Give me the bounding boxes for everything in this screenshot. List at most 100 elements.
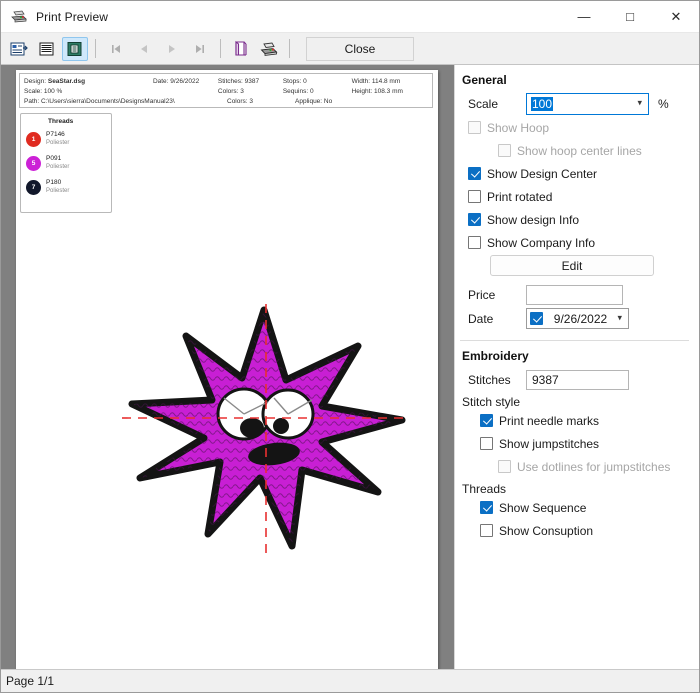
date-value: 9/26/2022 bbox=[170, 78, 200, 85]
path-label: Path: bbox=[24, 98, 40, 105]
show-consuption-checkbox[interactable] bbox=[480, 524, 493, 537]
thread-item: 7 P180 Poliester bbox=[26, 175, 106, 199]
show-design-center-label: Show Design Center bbox=[487, 166, 598, 181]
use-dotlines-checkbox[interactable] bbox=[498, 460, 511, 473]
stitches-label: Stitches: bbox=[217, 78, 243, 85]
applique-value: No bbox=[323, 98, 333, 105]
toolbar-separator-3 bbox=[289, 39, 290, 58]
stops-value: 0 bbox=[303, 78, 307, 85]
minimize-button[interactable]: — bbox=[561, 1, 607, 32]
print-needle-marks-row[interactable]: Print needle marks bbox=[480, 409, 689, 432]
chevron-down-icon[interactable]: ▾ bbox=[617, 312, 622, 323]
thread-code: P7146 bbox=[46, 131, 65, 138]
page-sheet: Design: SeaStar.dsg Date: 9/26/2022 Stit… bbox=[16, 70, 438, 669]
colors-value: 3 bbox=[240, 88, 244, 95]
show-hoop-center-lines-row[interactable]: Show hoop center lines bbox=[498, 139, 689, 162]
show-design-info-checkbox[interactable] bbox=[468, 213, 481, 226]
print-needle-marks-checkbox[interactable] bbox=[480, 414, 493, 427]
date-enabled-checkbox[interactable] bbox=[530, 312, 543, 325]
show-company-info-row[interactable]: Show Company Info bbox=[468, 231, 689, 254]
stitches-input[interactable]: 9387 bbox=[526, 369, 629, 390]
view-list-icon[interactable] bbox=[34, 37, 60, 61]
width-label: Width: bbox=[351, 78, 371, 85]
embroidery-section-title: Embroidery bbox=[462, 349, 529, 363]
stops-label: Stops: bbox=[282, 78, 302, 85]
view-page-icon[interactable] bbox=[62, 36, 88, 61]
first-page-icon[interactable] bbox=[103, 37, 129, 61]
path-value: C:\Users\sierra\Documents\DesignsManual2… bbox=[41, 98, 175, 105]
options-panel: General Scale 100 ▾ % Show Hoop Show hoo… bbox=[454, 65, 699, 669]
percent-symbol: % bbox=[658, 96, 669, 111]
thread-color-dot: 7 bbox=[26, 179, 41, 195]
window-title: Print Preview bbox=[36, 9, 108, 24]
print-rotated-label: Print rotated bbox=[487, 189, 553, 204]
maximize-button[interactable]: □ bbox=[607, 1, 653, 32]
show-hoop-row[interactable]: Show Hoop bbox=[468, 116, 689, 139]
status-bar: Page 1/1 bbox=[1, 669, 699, 692]
window-controls: — □ ✕ bbox=[561, 1, 699, 32]
thread-color-dot: 5 bbox=[26, 155, 41, 171]
print-icon[interactable] bbox=[256, 37, 282, 61]
show-hoop-center-lines-checkbox[interactable] bbox=[498, 144, 511, 157]
show-hoop-checkbox[interactable] bbox=[468, 121, 481, 134]
show-sequence-label: Show Sequence bbox=[499, 500, 587, 515]
date-value: 9/26/2022 bbox=[553, 311, 608, 326]
print-rotated-checkbox[interactable] bbox=[468, 190, 481, 203]
show-hoop-label: Show Hoop bbox=[487, 120, 550, 135]
scale-row: Scale 100 ▾ % bbox=[460, 92, 689, 115]
page-indicator: Page 1/1 bbox=[6, 674, 55, 688]
thread-type: Poliester bbox=[46, 188, 70, 194]
window-body: Design: SeaStar.dsg Date: 9/26/2022 Stit… bbox=[1, 65, 699, 669]
threads-legend: Threads 1 P7146 Poliester 5 P091 Poliest… bbox=[20, 113, 112, 213]
edit-company-info-button[interactable]: Edit bbox=[490, 255, 654, 276]
use-dotlines-row[interactable]: Use dotlines for jumpstitches bbox=[498, 455, 689, 478]
page-setup-icon[interactable] bbox=[228, 37, 254, 61]
print-preview-window: Print Preview — □ ✕ Close Design: SeaSta… bbox=[0, 0, 700, 693]
show-design-center-checkbox[interactable] bbox=[468, 167, 481, 180]
applique-label: Applique: bbox=[295, 98, 323, 105]
show-sequence-row[interactable]: Show Sequence bbox=[480, 496, 689, 519]
colors2-label: Colors: bbox=[227, 98, 248, 105]
show-company-info-checkbox[interactable] bbox=[468, 236, 481, 249]
toolbar-separator-1 bbox=[95, 39, 96, 58]
colors-label: Colors: bbox=[217, 88, 239, 95]
show-hoop-center-lines-label: Show hoop center lines bbox=[517, 143, 642, 158]
sequins-value: 0 bbox=[309, 88, 314, 95]
price-input[interactable] bbox=[526, 284, 623, 305]
previous-page-icon[interactable] bbox=[131, 37, 157, 61]
starfish-design bbox=[116, 302, 416, 562]
sequins-label: Sequins: bbox=[282, 88, 309, 95]
stitches-label: Stitches bbox=[468, 372, 511, 387]
show-design-info-label: Show design Info bbox=[487, 212, 580, 227]
colors2-value: 3 bbox=[249, 98, 254, 105]
show-sequence-checkbox[interactable] bbox=[480, 501, 493, 514]
next-page-icon[interactable] bbox=[159, 37, 185, 61]
date-picker[interactable]: 9/26/2022 ▾ bbox=[526, 308, 629, 329]
scale-combobox[interactable]: 100 ▾ bbox=[526, 92, 649, 115]
scale-value: 100 bbox=[531, 96, 554, 111]
show-company-info-label: Show Company Info bbox=[487, 235, 596, 250]
price-row: Price bbox=[460, 283, 689, 306]
thread-type: Poliester bbox=[46, 140, 70, 146]
view-design-info-icon[interactable] bbox=[6, 37, 32, 61]
stitches-value: 9387 bbox=[244, 78, 260, 85]
close-window-button[interactable]: ✕ bbox=[653, 1, 699, 32]
show-design-center-row[interactable]: Show Design Center bbox=[468, 162, 689, 185]
print-rotated-row[interactable]: Print rotated bbox=[468, 185, 689, 208]
show-design-info-row[interactable]: Show design Info bbox=[468, 208, 689, 231]
stitches-row: Stitches 9387 bbox=[460, 368, 689, 391]
scale-label: Scale: bbox=[24, 88, 43, 95]
width-value: 114.8 mm bbox=[371, 78, 401, 85]
show-jumpstitches-checkbox[interactable] bbox=[480, 437, 493, 450]
chevron-down-icon[interactable]: ▾ bbox=[637, 97, 642, 108]
last-page-icon[interactable] bbox=[187, 37, 213, 61]
show-jumpstitches-row[interactable]: Show jumpstitches bbox=[480, 432, 689, 455]
scale-value: 100 % bbox=[43, 88, 63, 95]
close-button[interactable]: Close bbox=[306, 36, 414, 61]
date-label: Date bbox=[468, 311, 494, 326]
show-consuption-row[interactable]: Show Consuption bbox=[480, 519, 689, 542]
date-row: Date 9/26/2022 ▾ bbox=[460, 307, 689, 330]
preview-pane[interactable]: Design: SeaStar.dsg Date: 9/26/2022 Stit… bbox=[1, 65, 454, 669]
edit-row: Edit bbox=[460, 254, 689, 277]
section-divider bbox=[460, 340, 689, 341]
